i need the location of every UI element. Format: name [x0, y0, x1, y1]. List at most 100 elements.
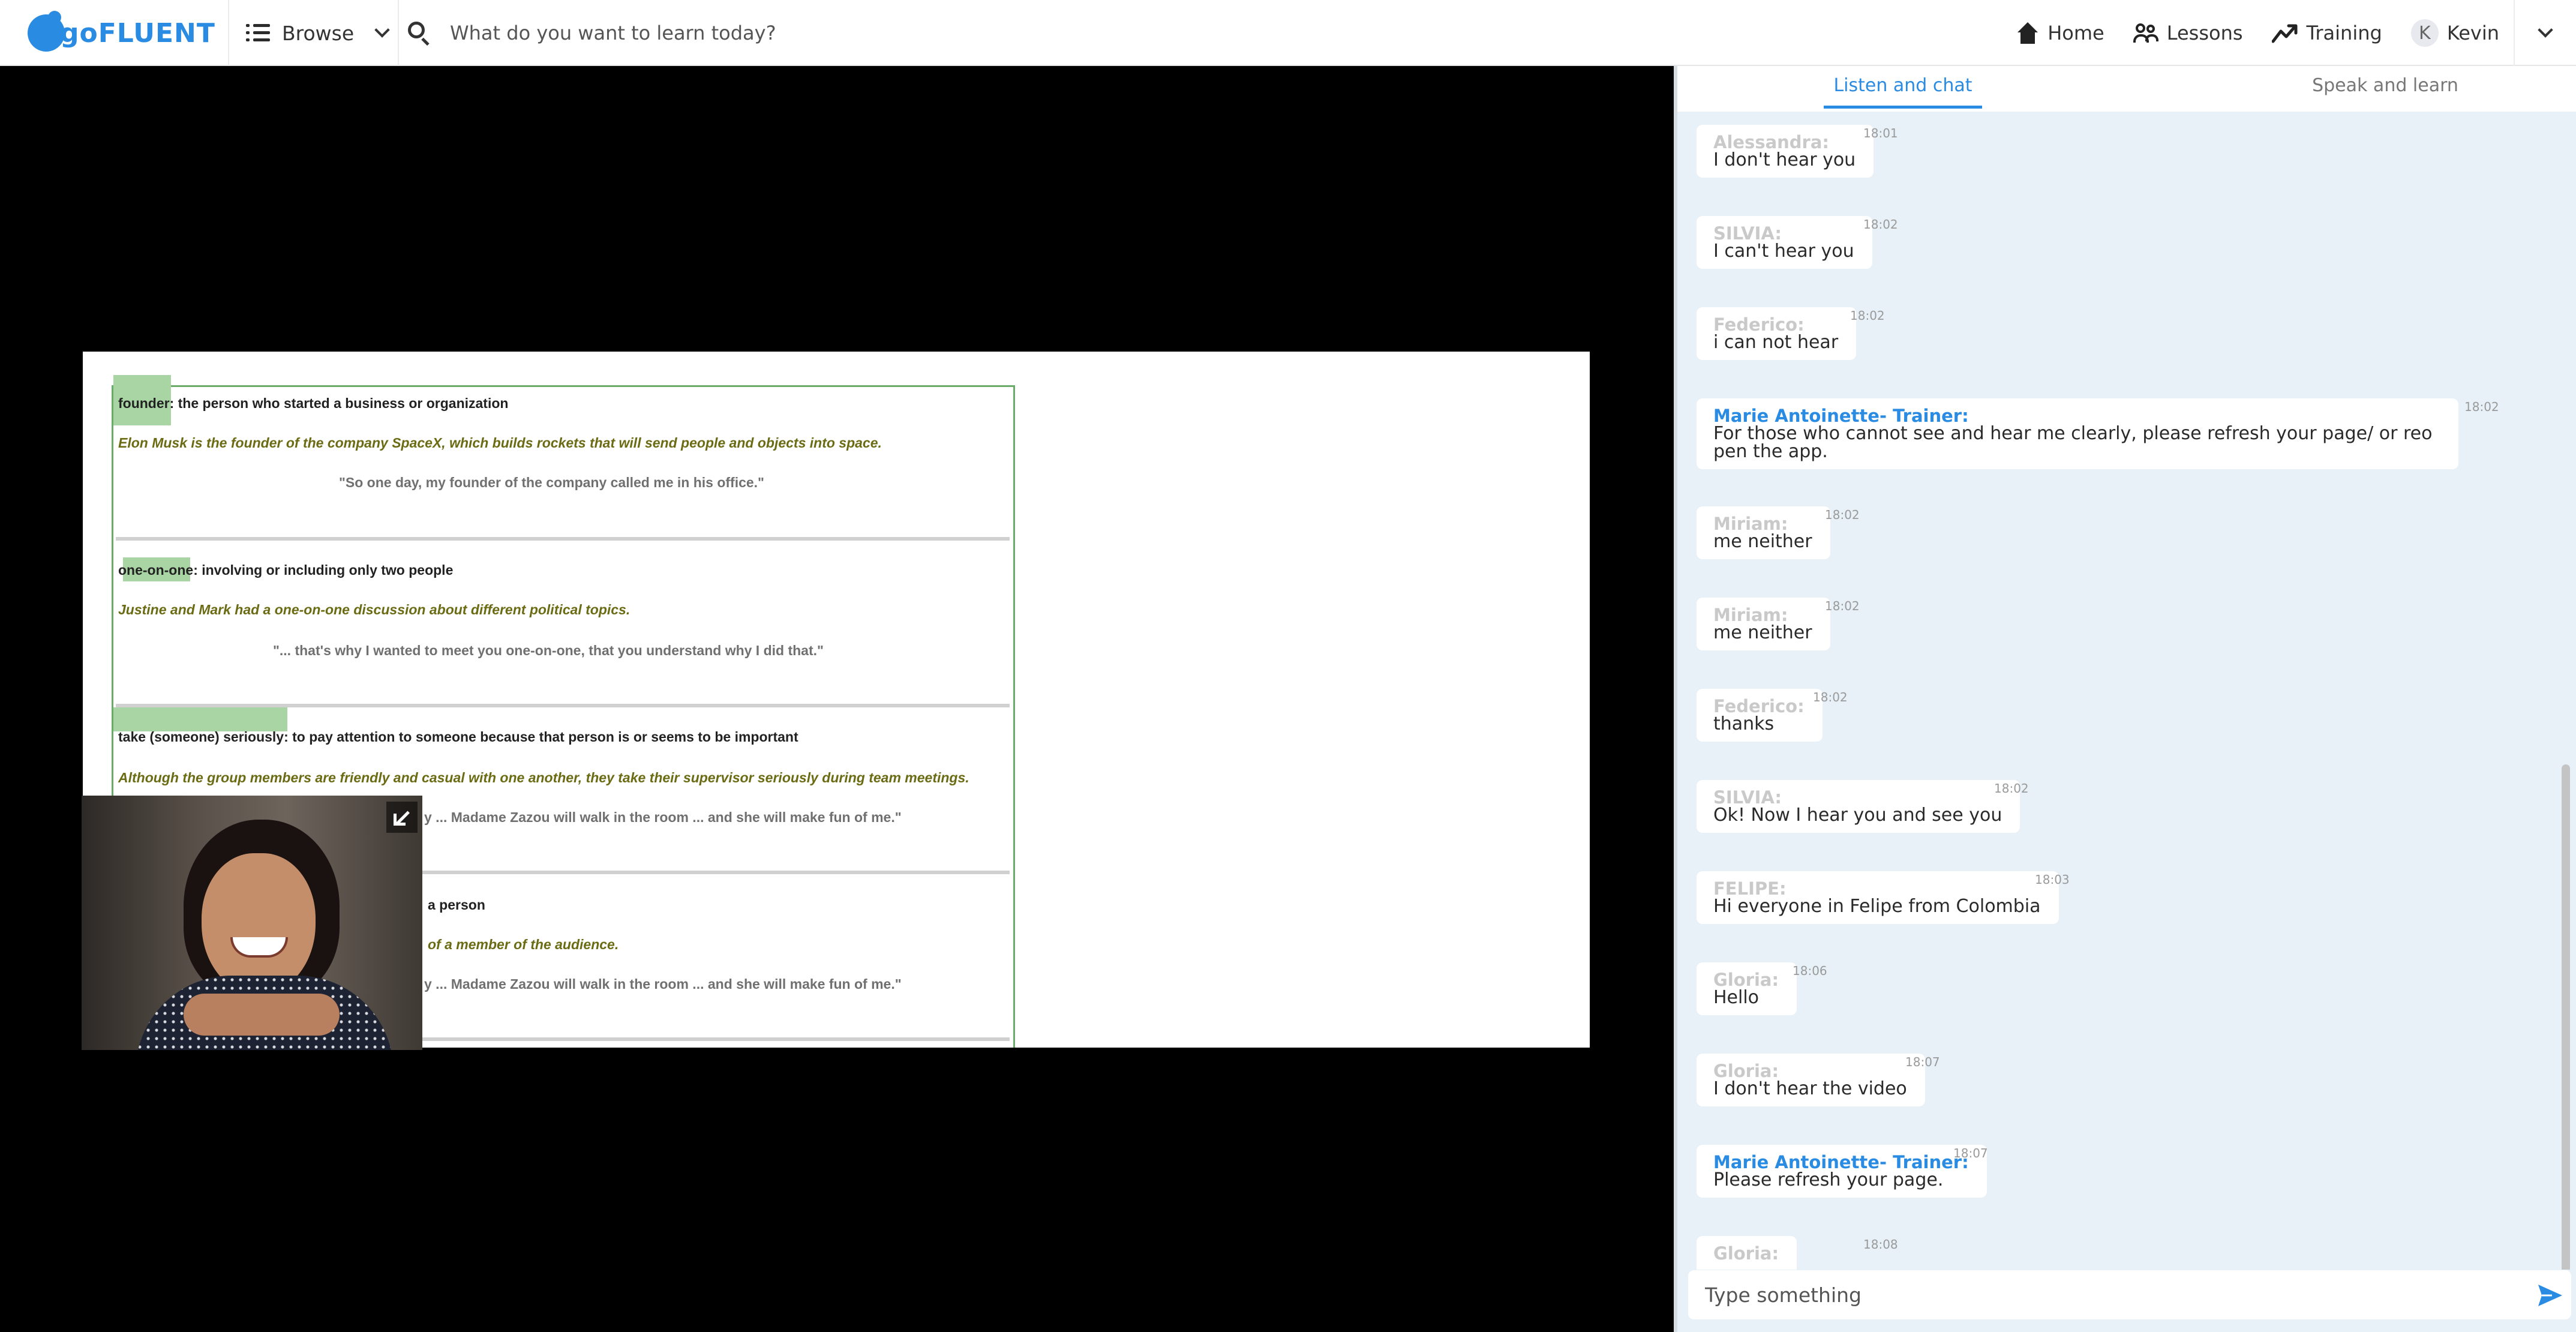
message-text: me neither — [1713, 531, 1812, 552]
chat-tabs: Listen and chat Speak and learn — [1677, 66, 2576, 112]
message-sender: FELIPE: — [1713, 878, 1787, 899]
chat-scrollbar[interactable] — [2562, 764, 2570, 1270]
chat-message: Gloria: Hello 18:06 — [1697, 962, 1827, 1015]
message-sender: Gloria: — [1713, 1243, 1779, 1264]
chevron-down-icon — [2538, 22, 2553, 38]
message-text: i can not hear — [1713, 332, 1839, 353]
nav-lessons-label: Lessons — [2166, 22, 2243, 44]
message-sender: Alessandra: — [1713, 132, 1830, 152]
chevron-down-icon — [374, 22, 390, 38]
nav-lessons[interactable]: Lessons — [2119, 0, 2257, 66]
vocab-example: Elon Musk is the founder of the company … — [118, 435, 882, 451]
term-highlight — [113, 707, 287, 731]
message-text: I can't hear you — [1713, 241, 1854, 262]
logo-mark-icon — [28, 11, 65, 52]
nav-home[interactable]: Home — [2002, 0, 2119, 66]
message-time: 18:02 — [1994, 781, 2029, 796]
nav-training[interactable]: Training — [2257, 0, 2397, 66]
chat-message: Miriam: me neither 18:02 — [1697, 506, 1860, 559]
message-time: 18:07 — [1905, 1055, 1940, 1069]
tab-listen-and-chat[interactable]: Listen and chat — [1824, 66, 1982, 112]
message-time: 18:02 — [1863, 217, 1898, 232]
send-icon[interactable] — [2536, 1282, 2564, 1309]
message-sender: SILVIA: — [1713, 787, 1782, 808]
message-text: Ok! Now I hear you and see you — [1713, 805, 2002, 826]
message-sender: Miriam: — [1713, 605, 1788, 625]
search-input[interactable] — [450, 18, 990, 48]
chat-message: Gloria: 18:08 — [1697, 1236, 1898, 1270]
message-sender: Gloria: — [1713, 970, 1779, 990]
message-text: thanks — [1713, 713, 1775, 734]
user-profile[interactable]: K Kevin — [2397, 0, 2514, 66]
browse-button[interactable]: Browse — [228, 0, 399, 66]
message-sender: Gloria: — [1713, 1061, 1779, 1081]
search-icon[interactable] — [407, 20, 432, 46]
vocab-quote: "... that's why I wanted to meet you one… — [273, 643, 824, 658]
message-sender: SILVIA: — [1713, 223, 1782, 244]
message-text: I don't hear the video — [1713, 1078, 1907, 1099]
user-menu-toggle[interactable] — [2514, 0, 2576, 66]
chat-message: Gloria: I don't hear the video 18:07 — [1697, 1054, 1940, 1106]
vocab-term: founder: the person who started a busine… — [118, 395, 509, 411]
vocab-quote: y ... Madame Zazou will walk in the room… — [424, 809, 902, 825]
chat-message-list[interactable]: Alessandra: I don't hear you 18:01 SILVIA… — [1677, 112, 2576, 1270]
collapse-arrow-icon — [394, 809, 410, 826]
active-tab-indicator — [1824, 106, 1982, 109]
vocab-example: Justine and Mark had a one-on-one discus… — [118, 602, 631, 617]
message-text: Hi everyone in Felipe from Colombia — [1713, 896, 2041, 917]
top-navigation-bar: goFLUENT Browse Home Lessons Training — [0, 0, 2576, 66]
message-text: me neither — [1713, 622, 1812, 643]
message-time: 18:02 — [2464, 400, 2499, 414]
vocab-term: one-on-one: involving or including only … — [118, 562, 454, 578]
message-time: 18:02 — [1825, 508, 1860, 522]
training-icon — [2271, 24, 2298, 43]
message-time: 18:02 — [1813, 690, 1848, 704]
avatar: K — [2410, 19, 2439, 47]
trainer-video-pip[interactable] — [82, 796, 422, 1050]
message-time: 18:03 — [2035, 872, 2070, 887]
chat-message: Federico: i can not hear 18:02 — [1697, 307, 1885, 360]
browse-label: Browse — [282, 21, 355, 45]
message-time: 18:08 — [1863, 1237, 1898, 1252]
message-text: Please refresh your page. — [1713, 1169, 1944, 1190]
message-text: I don't hear you — [1713, 149, 1856, 170]
user-name: Kevin — [2446, 22, 2499, 44]
home-icon — [2016, 22, 2039, 44]
chat-message: Marie Antoinette- Trainer: For those who … — [1697, 398, 2499, 469]
chat-message: SILVIA: Ok! Now I hear you and see you 18… — [1697, 780, 2029, 833]
chat-message-input[interactable] — [1705, 1279, 2497, 1311]
main-nav: Home Lessons Training K Kevin — [2002, 0, 2576, 66]
message-sender: Federico: — [1713, 696, 1805, 716]
message-time: 18:06 — [1793, 964, 1827, 978]
chat-panel: Listen and chat Speak and learn Alessand… — [1674, 66, 2576, 1332]
chat-message: Marie Antoinette- Trainer: Please refresh… — [1697, 1145, 1988, 1198]
message-sender: Miriam: — [1713, 514, 1788, 534]
list-icon — [246, 23, 270, 43]
nav-training-label: Training — [2306, 22, 2382, 44]
message-time: 18:07 — [1953, 1146, 1988, 1160]
vocab-example: of a member of the audience. — [428, 937, 619, 952]
message-sender: Marie Antoinette- Trainer: — [1713, 1152, 1969, 1172]
chat-message: Alessandra: I don't hear you 18:01 — [1697, 125, 1898, 178]
nav-home-label: Home — [2047, 22, 2104, 44]
vocab-term: take (someone) seriously: to pay attenti… — [118, 729, 798, 745]
tab-speak-and-learn[interactable]: Speak and learn — [2283, 66, 2487, 112]
message-time: 18:02 — [1850, 308, 1885, 323]
message-sender: Federico: — [1713, 314, 1805, 335]
vocab-example: Although the group members are friendly … — [118, 770, 969, 785]
entry-divider — [116, 537, 1010, 541]
chat-message: Federico: thanks 18:02 — [1697, 689, 1848, 742]
vocab-quote: "So one day, my founder of the company c… — [339, 475, 764, 490]
chat-message: FELIPE: Hi everyone in Felipe from Colomb… — [1697, 871, 2070, 924]
message-time: 18:01 — [1863, 126, 1898, 140]
vocab-term: a person — [428, 897, 485, 913]
lessons-icon — [2133, 22, 2158, 44]
logo-text: goFLUENT — [60, 17, 215, 49]
gofluent-logo[interactable]: goFLUENT — [28, 11, 215, 55]
vocab-quote: y ... Madame Zazou will walk in the room… — [424, 976, 902, 992]
minimize-video-button[interactable] — [386, 802, 418, 833]
message-time: 18:02 — [1825, 599, 1860, 613]
chat-composer — [1688, 1270, 2571, 1319]
chat-message: SILVIA: I can't hear you 18:02 — [1697, 216, 1898, 269]
message-text: For those who cannot see and hear me cle… — [1713, 423, 2433, 462]
